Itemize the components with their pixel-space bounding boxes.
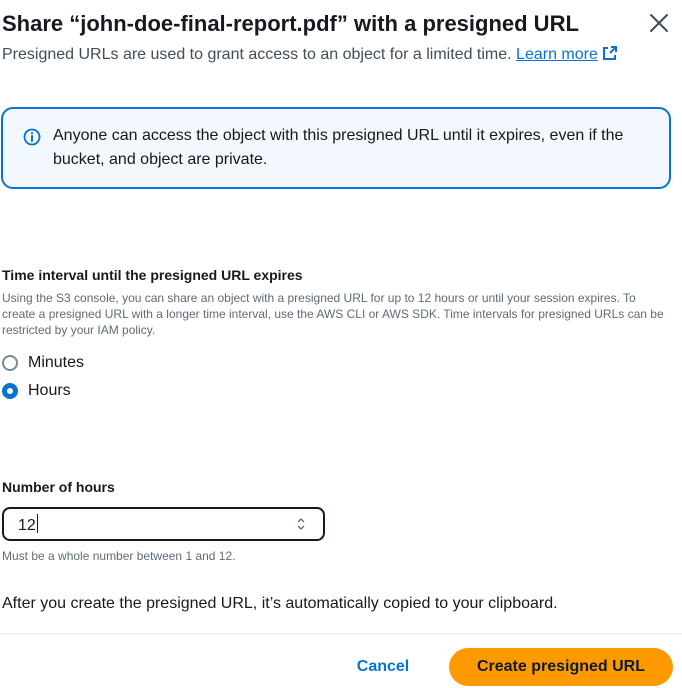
learn-more-label: Learn more	[516, 46, 598, 63]
time-interval-description: Using the S3 console, you can share an o…	[2, 291, 664, 337]
time-interval-label: Time interval until the presigned URL ex…	[2, 267, 303, 283]
close-icon	[650, 14, 668, 32]
learn-more-link[interactable]: Learn more	[516, 46, 618, 63]
footer-divider	[0, 633, 682, 634]
radio-button-hours[interactable]	[2, 383, 18, 399]
modal-title: Share “john-doe-final-report.pdf” with a…	[2, 11, 579, 36]
number-of-hours-value: 12	[18, 517, 36, 534]
cancel-button[interactable]: Cancel	[343, 650, 423, 684]
create-presigned-url-button[interactable]: Create presigned URL	[449, 648, 673, 686]
external-link-icon	[602, 46, 617, 60]
presigned-url-modal: Share “john-doe-final-report.pdf” with a…	[0, 0, 682, 688]
modal-description-block: Presigned URLs are used to grant access …	[2, 43, 642, 67]
clipboard-note: After you create the presigned URL, it’s…	[2, 595, 558, 612]
radio-label-minutes: Minutes	[28, 354, 85, 371]
input-value-wrapper: 12	[18, 514, 38, 536]
close-button[interactable]	[646, 10, 672, 36]
number-of-hours-hint: Must be a whole number between 1 and 12.	[2, 549, 236, 563]
info-icon	[23, 128, 41, 146]
modal-description: Presigned URLs are used to grant access …	[2, 46, 512, 63]
radio-hours[interactable]: Hours	[2, 379, 71, 403]
alert-text: Anyone can access the object with this p…	[53, 127, 624, 168]
number-stepper-icon[interactable]	[296, 517, 306, 531]
radio-minutes[interactable]: Minutes	[2, 351, 84, 375]
radio-button-minutes[interactable]	[2, 355, 18, 371]
number-of-hours-input[interactable]: 12	[2, 507, 325, 541]
info-alert: Anyone can access the object with this p…	[1, 107, 671, 189]
text-caret	[36, 514, 38, 533]
number-of-hours-label: Number of hours	[2, 479, 115, 495]
radio-label-hours: Hours	[28, 382, 71, 399]
